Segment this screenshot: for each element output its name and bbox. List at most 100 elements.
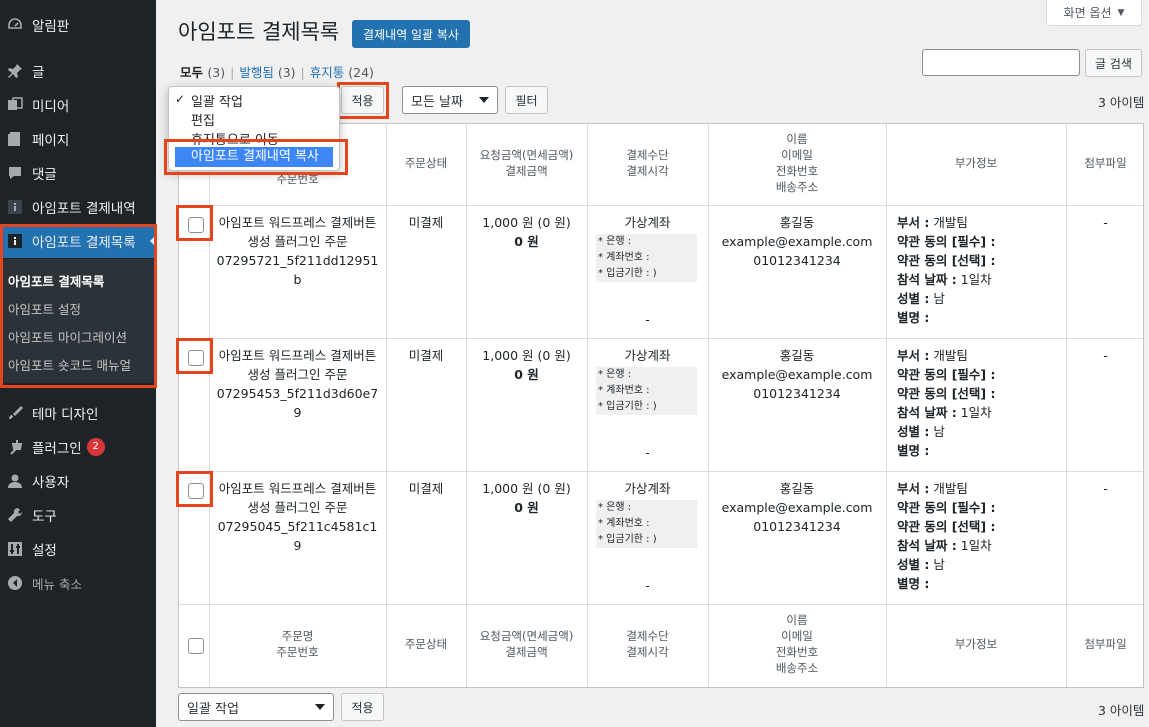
menu-label: 아임포트 결제목록 [32, 235, 136, 251]
menu-tools[interactable]: 도구 [0, 498, 156, 532]
row-checkbox[interactable] [188, 483, 204, 499]
order-name[interactable]: 아임포트 워드프레스 결제버튼 생성 플러그인 주문 07295045_5f211c… [209, 479, 386, 555]
menu-plugins[interactable]: 플러그인 2 [0, 430, 156, 464]
screen-options-label: 화면 옵션 [1063, 6, 1112, 20]
info-icon [6, 198, 24, 216]
column-footer-status[interactable]: 주문상태 [386, 636, 466, 652]
dropdown-option-bulk[interactable]: 일괄 작업 [191, 91, 243, 110]
column-divider [1066, 124, 1067, 687]
menu-iamport-history[interactable]: 아임포트 결제내역 [0, 190, 156, 224]
order-amount: 1,000 원 (0 원) 0 원 [482, 348, 571, 382]
date-filter-value: 모든 날짜 [411, 94, 463, 110]
page-title: 아임포트 결제목록 [178, 20, 340, 44]
payments-table: 주문명주문번호 주문상태 요청금액(면세금액)결제금액 결제수단결제시각 이름이… [178, 123, 1144, 688]
column-header-customer[interactable]: 이름 이메일 전화번호 배송주소 [708, 131, 886, 195]
column-divider [886, 124, 887, 687]
row-divider [179, 205, 1143, 206]
bulk-action-value: 일괄 작업 [187, 701, 239, 717]
menu-label: 글 [32, 65, 45, 81]
menu-pages[interactable]: 페이지 [0, 122, 156, 156]
view-filters: 모두 (3) | 발행됨 (3) | 휴지통 (24) [180, 65, 374, 80]
menu-label: 아임포트 결제내역 [32, 201, 136, 217]
order-name[interactable]: 아임포트 워드프레스 결제버튼 생성 플러그인 주문 07295721_5f211d… [209, 213, 386, 289]
menu-posts[interactable]: 글 [0, 54, 156, 88]
search-input[interactable] [922, 49, 1080, 76]
submenu-item-shortcode[interactable]: 아임포트 숏코드 매뉴얼 [8, 355, 131, 374]
pay-time: - [645, 445, 650, 460]
order-amount: 1,000 원 (0 원) 0 원 [482, 481, 571, 515]
search-button[interactable]: 글 검색 [1085, 49, 1142, 77]
menu-label: 도구 [32, 509, 57, 525]
column-header-amount[interactable]: 요청금액(면세금액) 결제금액 [466, 147, 587, 179]
view-published[interactable]: 발행됨 (3) [239, 65, 295, 80]
menu-appearance[interactable]: 테마 디자인 [0, 396, 156, 430]
row-checkbox[interactable] [188, 217, 204, 233]
caret-down-icon: ▼ [1117, 7, 1125, 18]
submenu: 아임포트 결제목록 아임포트 설정 아임포트 마이그레이션 아임포트 숏코드 매… [0, 259, 156, 383]
column-footer-method[interactable]: 결제수단 결제시각 [587, 628, 708, 660]
column-header-status[interactable]: 주문상태 [386, 155, 466, 171]
column-header-extra[interactable]: 부가정보 [886, 155, 1066, 171]
filter-button[interactable]: 필터 [505, 86, 548, 114]
menu-label: 테마 디자인 [32, 407, 99, 423]
column-footer-amount[interactable]: 요청금액(면세금액) 결제금액 [466, 628, 587, 660]
order-status: 미결제 [408, 348, 444, 363]
menu-settings[interactable]: 설정 [0, 532, 156, 566]
customer-info: 홍길동 example@example.com 01012341234 [721, 215, 873, 268]
submenu-item-migration[interactable]: 아임포트 마이그레이션 [8, 327, 127, 346]
column-header-method[interactable]: 결제수단 결제시각 [587, 147, 708, 179]
info-icon [6, 232, 24, 250]
apply-button-top[interactable]: 적용 [341, 86, 384, 114]
bank-info: * 은행 : * 계좌번호 : * 입금기한 : ) [596, 367, 697, 415]
comment-icon [6, 164, 24, 182]
menu-comments[interactable]: 댓글 [0, 156, 156, 190]
apply-button-bottom[interactable]: 적용 [341, 693, 384, 721]
menu-iamport-list[interactable]: 아임포트 결제목록 [0, 224, 156, 258]
menu-label: 플러그인 [32, 441, 82, 457]
customer-info: 홍길동 example@example.com 01012341234 [721, 348, 873, 401]
order-amount: 1,000 원 (0 원) 0 원 [482, 215, 571, 249]
customer-info: 홍길동 example@example.com 01012341234 [721, 481, 873, 534]
pay-method: 가상계좌 [624, 348, 671, 363]
menu-media[interactable]: 미디어 [0, 88, 156, 122]
update-count-badge: 2 [86, 438, 105, 456]
copy-all-button[interactable]: 결제내역 일괄 복사 [352, 20, 470, 48]
column-footer-name[interactable]: 주문명 주문번호 [209, 628, 386, 660]
bulk-action-select-bottom[interactable]: 일괄 작업 [178, 693, 334, 721]
active-arrow-icon [150, 235, 156, 247]
bulk-action-dropdown: ✓ 일괄 작업 편집 휴지통으로 이동 아임포트 결제내역 복사 [168, 86, 340, 171]
user-icon [6, 472, 24, 490]
column-divider [587, 124, 588, 687]
brush-icon [6, 404, 24, 422]
menu-collapse[interactable]: 메뉴 축소 [0, 566, 156, 600]
select-all-checkbox-bottom[interactable] [188, 638, 204, 654]
screen-options-button[interactable]: 화면 옵션 ▼ [1046, 0, 1142, 26]
column-footer-customer[interactable]: 이름 이메일 전화번호 배송주소 [708, 612, 886, 676]
menu-label: 미디어 [32, 99, 70, 115]
order-name[interactable]: 아임포트 워드프레스 결제버튼 생성 플러그인 주문 07295453_5f211d… [209, 346, 386, 422]
dropdown-option-trash[interactable]: 휴지통으로 이동 [191, 129, 279, 148]
menu-dashboard[interactable]: 알림판 [0, 8, 156, 42]
order-status: 미결제 [408, 481, 444, 496]
attachment: - [1103, 481, 1108, 496]
column-divider [466, 124, 467, 687]
view-trash[interactable]: 휴지통 (24) [310, 65, 374, 80]
column-footer-attach[interactable]: 첨부파일 [1066, 636, 1145, 652]
column-divider [386, 124, 387, 687]
row-checkbox[interactable] [188, 350, 204, 366]
submenu-item-settings[interactable]: 아임포트 설정 [8, 299, 81, 318]
menu-label: 설정 [32, 543, 57, 559]
menu-users[interactable]: 사용자 [0, 464, 156, 498]
date-filter-select[interactable]: 모든 날짜 [402, 86, 498, 114]
item-count-bottom: 3 아이템 [1098, 703, 1145, 718]
checkmark-icon: ✓ [175, 92, 186, 106]
column-footer-extra[interactable]: 부가정보 [886, 636, 1066, 652]
page-icon [6, 130, 24, 148]
view-all[interactable]: 모두 (3) [180, 65, 225, 80]
settings-icon [6, 540, 24, 558]
dropdown-option-edit[interactable]: 편집 [191, 110, 215, 129]
submenu-item-list[interactable]: 아임포트 결제목록 [8, 271, 104, 290]
column-header-attach[interactable]: 첨부파일 [1066, 155, 1145, 171]
pay-time: - [645, 312, 650, 327]
dropdown-option-copy-history[interactable]: 아임포트 결제내역 복사 [175, 147, 333, 167]
